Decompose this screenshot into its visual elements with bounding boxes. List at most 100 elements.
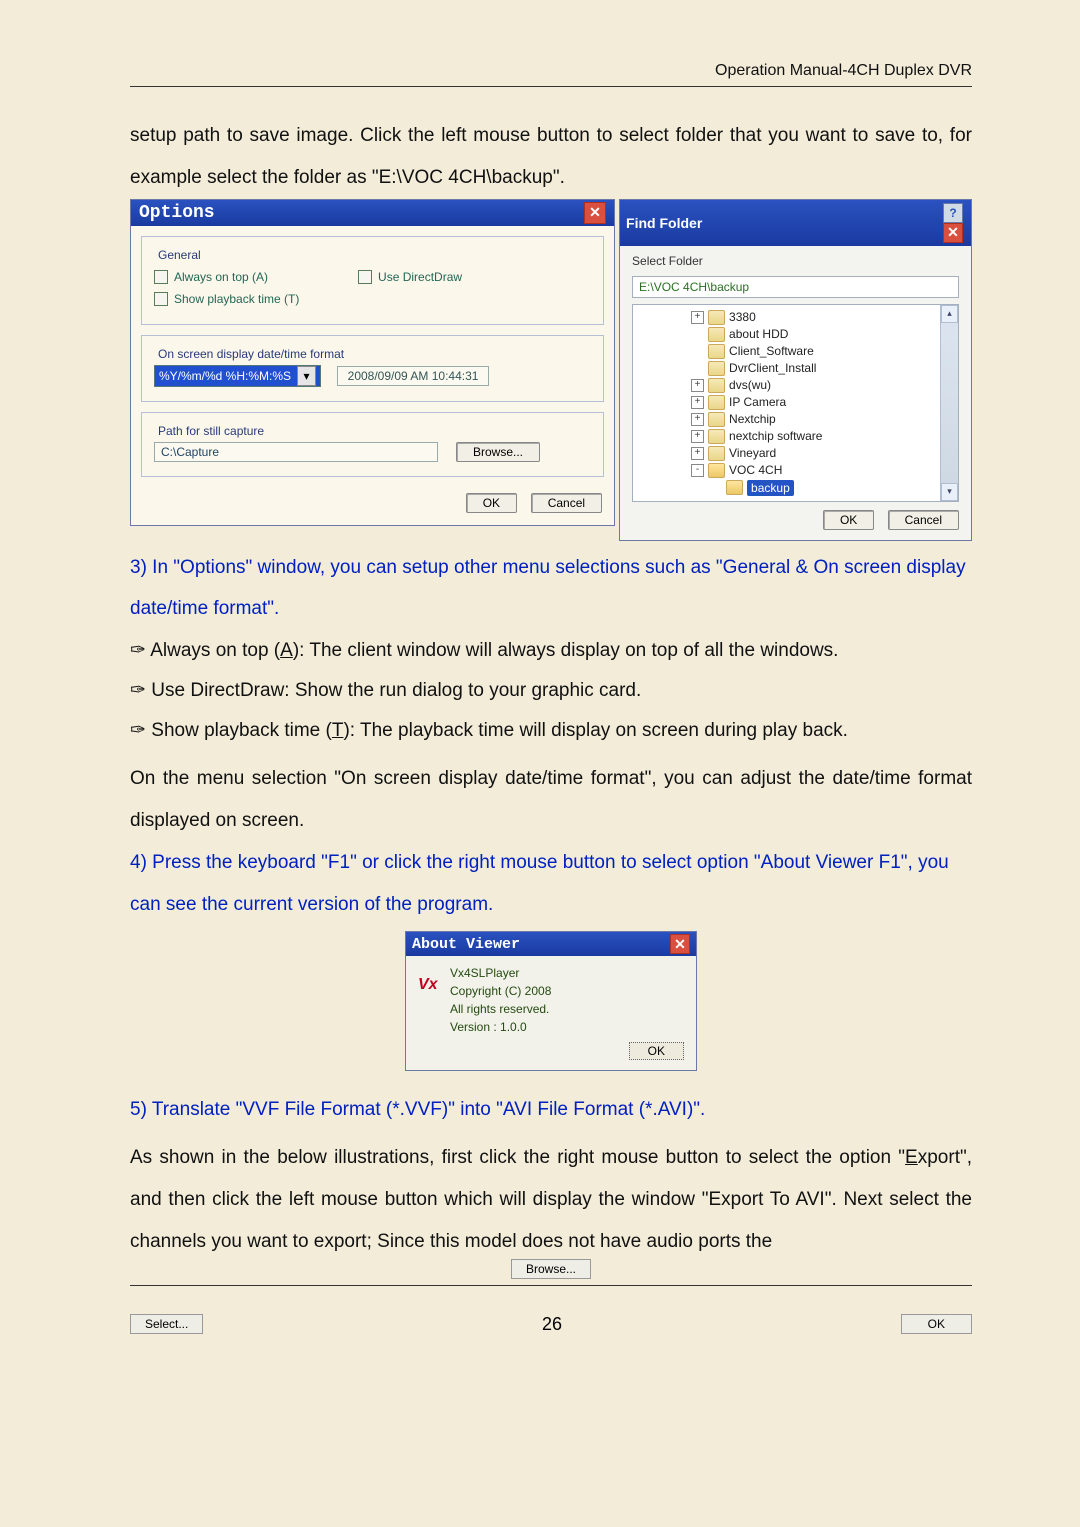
tree-item[interactable]: Client_Software [635,343,956,360]
collapse-icon[interactable]: - [691,464,704,477]
tree-item[interactable]: - VOC 4CH [635,462,956,479]
general-group: General Always on top (A) Use DirectDraw… [141,236,604,325]
doc-title: Operation Manual-4CH Duplex DVR [715,62,972,79]
tree-item-label: VOC 4CH [729,463,782,477]
scroll-up-icon[interactable]: ▴ [941,305,958,323]
note-4: 4) Press the keyboard "F1" or click the … [130,842,972,926]
stray-browse-button[interactable]: Browse... [511,1259,591,1279]
options-ok-button[interactable]: OK [466,493,517,513]
folder-icon [708,378,725,393]
browse-button[interactable]: Browse... [456,442,540,462]
close-icon[interactable]: ✕ [943,223,963,243]
note-4-text: 4) Press the keyboard "F1" or click the … [130,852,949,915]
show-playback-time-label: Show playback time (T) [174,292,299,306]
expand-icon[interactable]: + [691,311,704,324]
options-cancel-button[interactable]: Cancel [531,493,602,513]
about-info: Vx4SLPlayer Copyright (C) 2008 All right… [450,964,551,1036]
note-3: 3) In "Options" window, you can setup ot… [130,547,972,631]
folder-tree[interactable]: +3380about HDD Client_Software DvrClient_I… [632,304,959,502]
path-legend: Path for still capture [154,424,268,438]
options-title-text: Options [139,203,215,223]
always-on-top-checkbox[interactable] [154,270,168,284]
expand-icon[interactable]: + [691,396,704,409]
find-ok-button[interactable]: OK [823,510,874,530]
tree-item-label: Client_Software [729,344,814,358]
about-line-rights: All rights reserved. [450,1000,551,1018]
folder-icon [708,344,725,359]
note-5: 5) Translate "VVF File Format (*.VVF)" i… [130,1089,972,1131]
bullet-always-on-top: ✑ Always on top (A): The client window w… [130,632,972,670]
use-directdraw-label: Use DirectDraw [378,270,462,284]
tree-item[interactable]: + dvs(wu) [635,377,956,394]
find-folder-title-text: Find Folder [626,215,702,231]
tree-item-label: backup [747,480,794,496]
note-5-text: 5) Translate "VVF File Format (*.VVF)" i… [130,1099,705,1120]
folder-icon [708,446,725,461]
expand-icon[interactable]: + [691,379,704,392]
general-legend: General [154,248,205,262]
tree-item-label: dvs(wu) [729,378,771,392]
bullet-show-playback: ✑ Show playback time (T): The playback t… [130,712,972,750]
folder-icon [708,395,725,410]
show-playback-time-checkbox[interactable] [154,292,168,306]
close-icon[interactable]: ✕ [584,202,606,224]
expand-icon[interactable]: + [691,430,704,443]
date-format-value: %Y/%m/%d %H:%M:%S [159,369,291,383]
tree-item[interactable]: + Vineyard [635,445,956,462]
help-icon[interactable]: ? [943,203,963,223]
bullet-icon: ✑ [130,672,146,710]
about-viewer-dialog: About Viewer ✕ Vx Vx4SLPlayer Copyright … [405,931,697,1071]
tree-item-label: about HDD [729,327,788,341]
scroll-down-icon[interactable]: ▾ [941,483,958,501]
folder-icon [708,327,725,342]
stray-ok-button[interactable]: OK [901,1314,972,1334]
page-header: Operation Manual-4CH Duplex DVR [130,62,972,87]
folder-icon [708,361,725,376]
tree-item[interactable]: about HDD [635,326,956,343]
bullet-use-directdraw: ✑ Use DirectDraw: Show the run dialog to… [130,672,972,710]
tree-item-label: Vineyard [729,446,776,460]
note-3-text: 3) In "Options" window, you can setup ot… [130,557,966,620]
osd-group: On screen display date/time format %Y/%m… [141,335,604,402]
intro-text: setup path to save image. Click the left… [130,125,972,188]
tree-item-label: DvrClient_Install [729,361,816,375]
selected-path-display: E:\VOC 4CH\backup [632,276,959,298]
tree-item-label: IP Camera [729,395,786,409]
tree-item[interactable]: + IP Camera [635,394,956,411]
date-format-combo[interactable]: %Y/%m/%d %H:%M:%S ▾ [154,365,321,387]
chevron-down-icon[interactable]: ▾ [297,366,316,386]
options-titlebar: Options ✕ [131,200,614,226]
close-icon[interactable]: ✕ [670,934,690,954]
tree-scrollbar[interactable]: ▴ ▾ [940,305,958,501]
folder-icon [708,310,725,325]
tree-item[interactable]: +3380 [635,309,956,326]
about-line-app: Vx4SLPlayer [450,964,551,982]
tree-item-label: Nextchip [729,412,776,426]
path-group: Path for still capture C:\Capture Browse… [141,412,604,477]
about-line-version: Version : 1.0.0 [450,1018,551,1036]
find-cancel-button[interactable]: Cancel [888,510,959,530]
tree-item-label: nextchip software [729,429,822,443]
about-titlebar: About Viewer ✕ [406,932,696,956]
about-title-text: About Viewer [412,936,520,953]
folder-icon [708,429,725,444]
bullet-icon: ✑ [130,632,146,670]
always-on-top-label: Always on top (A) [174,270,268,284]
options-dialog: Options ✕ General Always on top (A) Use … [130,199,615,526]
osd-text: On the menu selection "On screen display… [130,768,972,831]
export-paragraph: As shown in the below illustrations, fir… [130,1137,972,1262]
tree-item[interactable]: + Nextchip [635,411,956,428]
about-ok-button[interactable]: OK [629,1042,684,1060]
expand-icon[interactable]: + [691,413,704,426]
tree-item[interactable]: DvrClient_Install [635,360,956,377]
capture-path-input[interactable]: C:\Capture [154,442,438,462]
stray-select-button[interactable]: Select... [130,1314,203,1334]
tree-item[interactable]: backup [635,479,956,497]
osd-legend: On screen display date/time format [154,347,348,361]
tree-item[interactable]: + nextchip software [635,428,956,445]
page-number: 26 [542,1314,562,1335]
use-directdraw-checkbox[interactable] [358,270,372,284]
expand-icon[interactable]: + [691,447,704,460]
bullet-icon: ✑ [130,712,146,750]
intro-paragraph: setup path to save image. Click the left… [130,115,972,199]
